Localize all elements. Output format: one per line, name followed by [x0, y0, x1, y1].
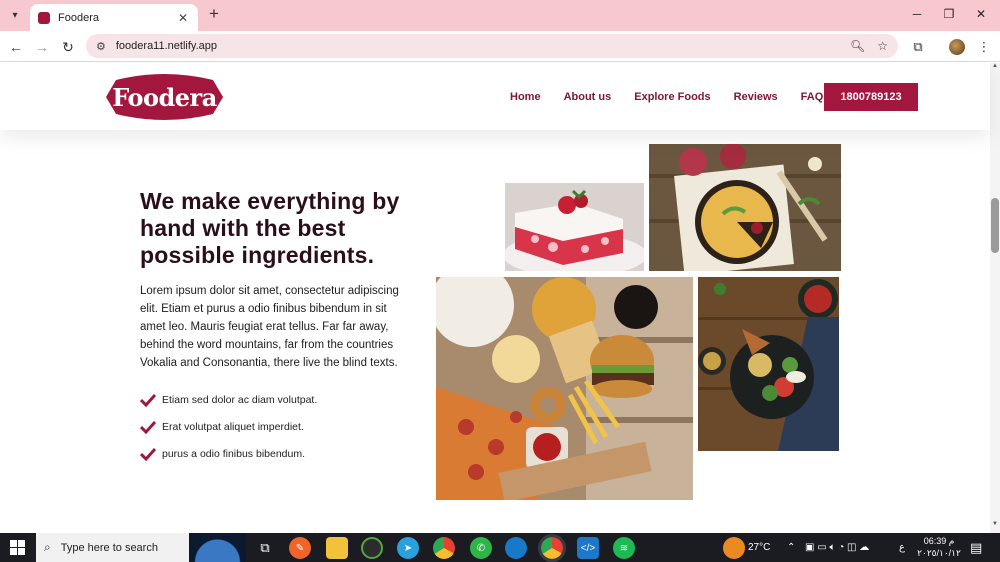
chrome-icon[interactable]: [433, 537, 455, 559]
address-bar[interactable]: ⚙ foodera11.netlify.app 🔍︎ ☆: [86, 34, 898, 58]
zoom-icon[interactable]: 🔍︎: [850, 39, 865, 53]
list-item-text: Erat volutpat aliquet imperdiet.: [162, 420, 304, 433]
nav-about[interactable]: About us: [564, 83, 612, 111]
tab-title: Foodera: [58, 11, 99, 24]
browser-toolbar: ← → ↻ ⚙ foodera11.netlify.app 🔍︎ ☆ ⧉ ⋮: [0, 31, 1000, 62]
site-info-icon[interactable]: ⚙: [96, 40, 106, 53]
weather-icon[interactable]: [723, 537, 745, 559]
salad-bowl-photo: [698, 277, 839, 451]
site-header: Foodera Home About us Explore Foods Revi…: [0, 63, 990, 130]
browser-tab[interactable]: Foodera ✕: [30, 4, 198, 31]
nav-home[interactable]: Home: [510, 83, 541, 111]
tray-chevron-icon[interactable]: ⌃: [787, 533, 795, 562]
tab-close-icon[interactable]: ✕: [176, 11, 190, 25]
list-item: purus a odio finibus bibendum.: [140, 440, 420, 467]
about-section: We make everything by hand with the best…: [0, 130, 990, 533]
vscode-icon[interactable]: </>: [577, 537, 599, 559]
notifications-icon[interactable]: ▤: [970, 533, 982, 562]
url-text[interactable]: foodera11.netlify.app: [116, 40, 838, 52]
section-paragraph: Lorem ipsum dolor sit amet, consectetur …: [140, 285, 399, 369]
file-explorer-icon[interactable]: [326, 537, 348, 559]
checkmark-icon: [140, 420, 156, 434]
whatsapp-icon[interactable]: ✆: [470, 537, 492, 559]
minimize-icon[interactable]: ─: [902, 4, 932, 24]
nav-explore-foods[interactable]: Explore Foods: [634, 83, 710, 111]
page-scrollbar[interactable]: ▲ ▼: [990, 63, 1000, 533]
tab-search-icon[interactable]: ▾: [6, 6, 24, 24]
phone-button[interactable]: 1800789123: [824, 83, 918, 111]
favicon-icon: [38, 11, 50, 24]
windows-taskbar: ⌕ Type here to search ⧉ ✎ ➤ ✆ </> ≋ 27°C…: [0, 533, 1000, 562]
restore-icon[interactable]: ❐: [934, 4, 964, 24]
nav-faq[interactable]: FAQ: [801, 83, 824, 111]
search-highlight-image: [189, 533, 246, 562]
scroll-up-arrow-icon[interactable]: ▲: [990, 63, 1000, 73]
telegram-icon[interactable]: ➤: [397, 537, 419, 559]
menu-dots-icon[interactable]: ⋮: [974, 37, 994, 57]
spotify-icon[interactable]: ≋: [613, 537, 635, 559]
list-item-text: purus a odio finibus bibendum.: [162, 447, 306, 460]
new-tab-button[interactable]: +: [205, 5, 223, 23]
section-headline: We make everything by hand with the best…: [140, 188, 400, 268]
forward-arrow-icon[interactable]: →: [32, 37, 52, 57]
app-icon[interactable]: ✎: [289, 537, 311, 559]
list-item: Erat volutpat aliquet imperdiet.: [140, 413, 420, 440]
browser-tab-strip: ▾ Foodera ✕ + ─ ❐ ✕: [0, 0, 1000, 31]
list-item: Etiam sed dolor ac diam volutpat.: [140, 386, 420, 413]
task-view-icon[interactable]: ⧉: [254, 537, 276, 559]
clock-time[interactable]: 06:39 م: [914, 536, 964, 547]
checkmark-icon: [140, 393, 156, 407]
fast-food-photo: [436, 277, 693, 500]
chrome-active-icon[interactable]: [538, 534, 566, 562]
scrollbar-thumb[interactable]: [991, 198, 999, 253]
search-placeholder: Type here to search: [60, 541, 158, 554]
scroll-down-arrow-icon[interactable]: ▼: [990, 521, 1000, 531]
clock-date[interactable]: ٢٠٢٥/١٠/١٢: [914, 548, 964, 559]
tray-icons[interactable]: ▣ ▭ 🔈︎ ◔ ◫ ☁: [805, 533, 869, 562]
extensions-icon[interactable]: ⧉: [908, 37, 928, 57]
mongodb-icon[interactable]: [361, 537, 383, 559]
input-language[interactable]: ع: [899, 533, 905, 562]
checkmark-icon: [140, 447, 156, 461]
cake-photo: [505, 183, 644, 271]
main-nav: Home About us Explore Foods Reviews FAQ: [510, 83, 846, 111]
edge-icon[interactable]: [505, 537, 527, 559]
windows-start-icon[interactable]: [10, 540, 25, 555]
feature-checklist: Etiam sed dolor ac diam volutpat. Erat v…: [140, 386, 420, 467]
bookmark-star-icon[interactable]: ☆: [877, 39, 888, 53]
search-icon: ⌕: [44, 540, 51, 554]
weather-temp[interactable]: 27°C: [748, 533, 770, 562]
back-arrow-icon[interactable]: ←: [6, 37, 26, 57]
nav-reviews[interactable]: Reviews: [734, 83, 778, 111]
close-window-icon[interactable]: ✕: [966, 4, 996, 24]
list-item-text: Etiam sed dolor ac diam volutpat.: [162, 393, 318, 406]
logo-text: Foodera: [112, 82, 217, 112]
profile-avatar[interactable]: [949, 39, 965, 55]
pie-photo: [649, 144, 841, 271]
logo[interactable]: Foodera: [106, 74, 223, 120]
reload-icon[interactable]: ↻: [58, 37, 78, 57]
